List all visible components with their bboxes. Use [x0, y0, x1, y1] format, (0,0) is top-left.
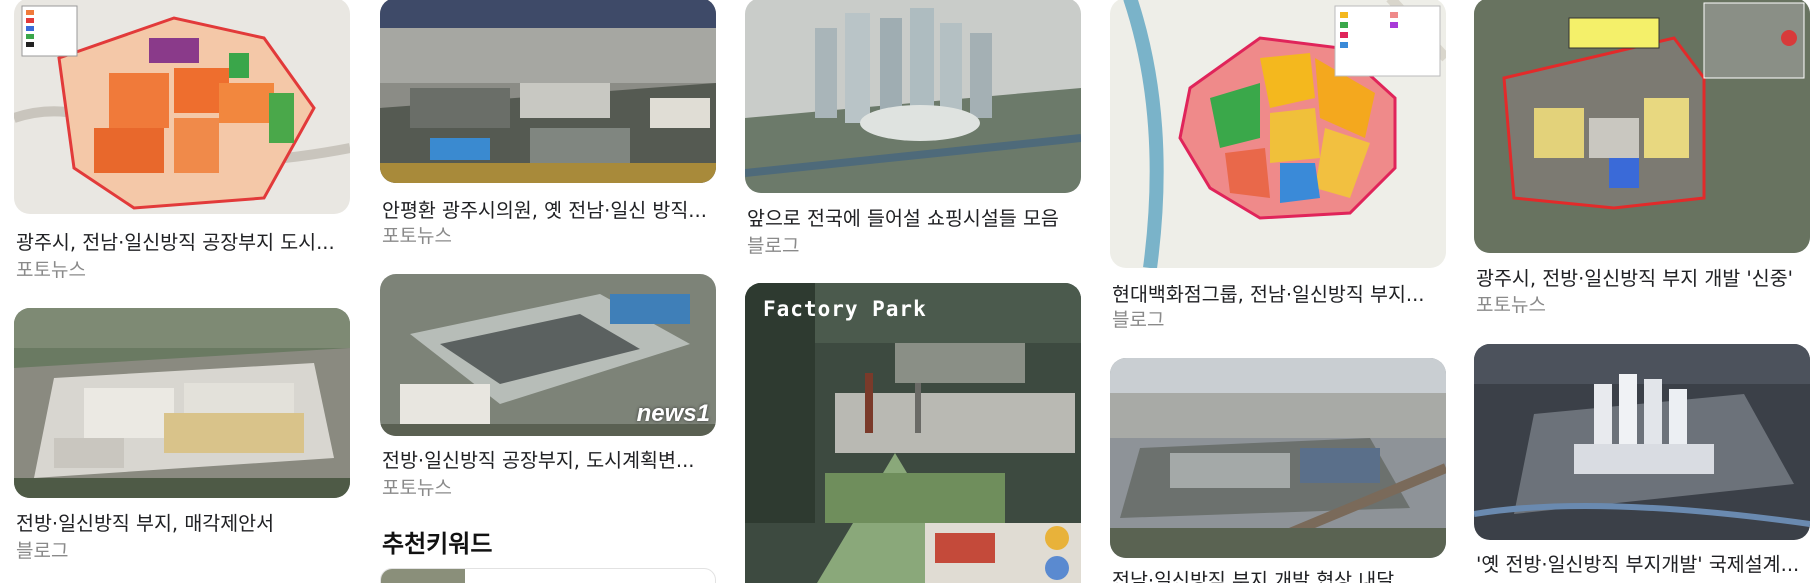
result-card[interactable]: 전방·일신방직 부지, 매각제안서 블로그 [14, 308, 350, 583]
factory-park-overlay-title: Factory Park [763, 297, 927, 321]
result-card[interactable]: '옛 전방·일신방직 부지개발' 국제설계... [1474, 344, 1810, 583]
results-column-5: 광주시, 전방·일신방직 부지 개발 '신중' 포토뉴스 '옛 전방·일신방직 … [1474, 0, 1810, 583]
result-thumbnail-satellite-map[interactable] [1474, 0, 1810, 253]
result-thumbnail-city-factory[interactable] [1110, 358, 1446, 558]
result-card[interactable]: news1 전방·일신방직 공장부지, 도시계획변... 포토뉴스 [380, 274, 716, 504]
result-thumbnail-factory-roofs[interactable]: news1 [380, 274, 716, 436]
result-title[interactable]: 현대백화점그룹, 전남·일신방직 부지... [1112, 282, 1446, 308]
result-card[interactable]: Factory Park [745, 283, 1081, 583]
result-title[interactable]: 전남·일신방직 부지 개발 협상 내달... [1112, 568, 1446, 583]
result-title[interactable]: 안평환 광주시의원, 옛 전남·일신 방직... [382, 198, 716, 224]
result-card[interactable]: 안평환 광주시의원, 옛 전남·일신 방직... 포토뉴스 [380, 0, 716, 250]
result-thumbnail-towers-render[interactable] [745, 0, 1081, 193]
keyword-card[interactable] [380, 568, 716, 583]
result-title[interactable]: 전방·일신방직 공장부지, 도시계획변... [382, 448, 716, 474]
result-source: 포토뉴스 [382, 477, 452, 499]
result-card[interactable]: 현대백화점그룹, 전남·일신방직 부지... 블로그 [1110, 0, 1446, 340]
keyword-thumbnail [381, 569, 465, 583]
result-title[interactable]: 앞으로 전국에 들어설 쇼핑시설들 모음 [747, 206, 1081, 232]
results-column-4: 현대백화점그룹, 전남·일신방직 부지... 블로그 전남·일신방직 부지 개발… [1110, 0, 1446, 583]
result-thumbnail-design-render[interactable] [1474, 344, 1810, 540]
news1-watermark: news1 [636, 400, 710, 427]
result-thumbnail-zoning-map[interactable] [1110, 0, 1446, 268]
result-card[interactable]: 앞으로 전국에 들어설 쇼핑시설들 모음 블로그 [745, 0, 1081, 262]
result-card[interactable]: 광주시, 전남·일신방직 공장부지 도시... 포토뉴스 [14, 0, 350, 281]
result-thumbnail-site-map[interactable] [14, 0, 350, 214]
result-source: 포토뉴스 [382, 225, 452, 247]
result-source: 블로그 [747, 235, 800, 257]
result-source: 블로그 [16, 540, 69, 562]
results-column-3: 앞으로 전국에 들어설 쇼핑시설들 모음 블로그 Factory Park [745, 0, 1081, 583]
results-column-2: 안평환 광주시의원, 옛 전남·일신 방직... 포토뉴스 news1 전방·일… [380, 0, 716, 583]
result-source: 블로그 [1112, 309, 1165, 331]
result-title[interactable]: '옛 전방·일신방직 부지개발' 국제설계... [1476, 552, 1810, 578]
result-title[interactable]: 전방·일신방직 부지, 매각제안서 [16, 511, 350, 537]
result-title[interactable]: 광주시, 전남·일신방직 공장부지 도시... [16, 230, 350, 256]
result-source: 포토뉴스 [1476, 294, 1546, 316]
result-card[interactable]: 전남·일신방직 부지 개발 협상 내달... [1110, 358, 1446, 583]
result-title[interactable]: 광주시, 전방·일신방직 부지 개발 '신중' [1476, 266, 1810, 292]
results-column-1: 광주시, 전남·일신방직 공장부지 도시... 포토뉴스 전방·일신방직 부지,… [14, 0, 350, 583]
result-thumbnail-factory-park-poster[interactable]: Factory Park [745, 283, 1081, 583]
result-thumbnail-factory-wide[interactable] [380, 0, 716, 183]
result-thumbnail-factory-aerial[interactable] [14, 308, 350, 498]
result-source: 포토뉴스 [16, 259, 86, 281]
recommended-keywords-heading: 추천키워드 [382, 530, 493, 558]
result-card[interactable]: 광주시, 전방·일신방직 부지 개발 '신중' 포토뉴스 [1474, 0, 1810, 320]
